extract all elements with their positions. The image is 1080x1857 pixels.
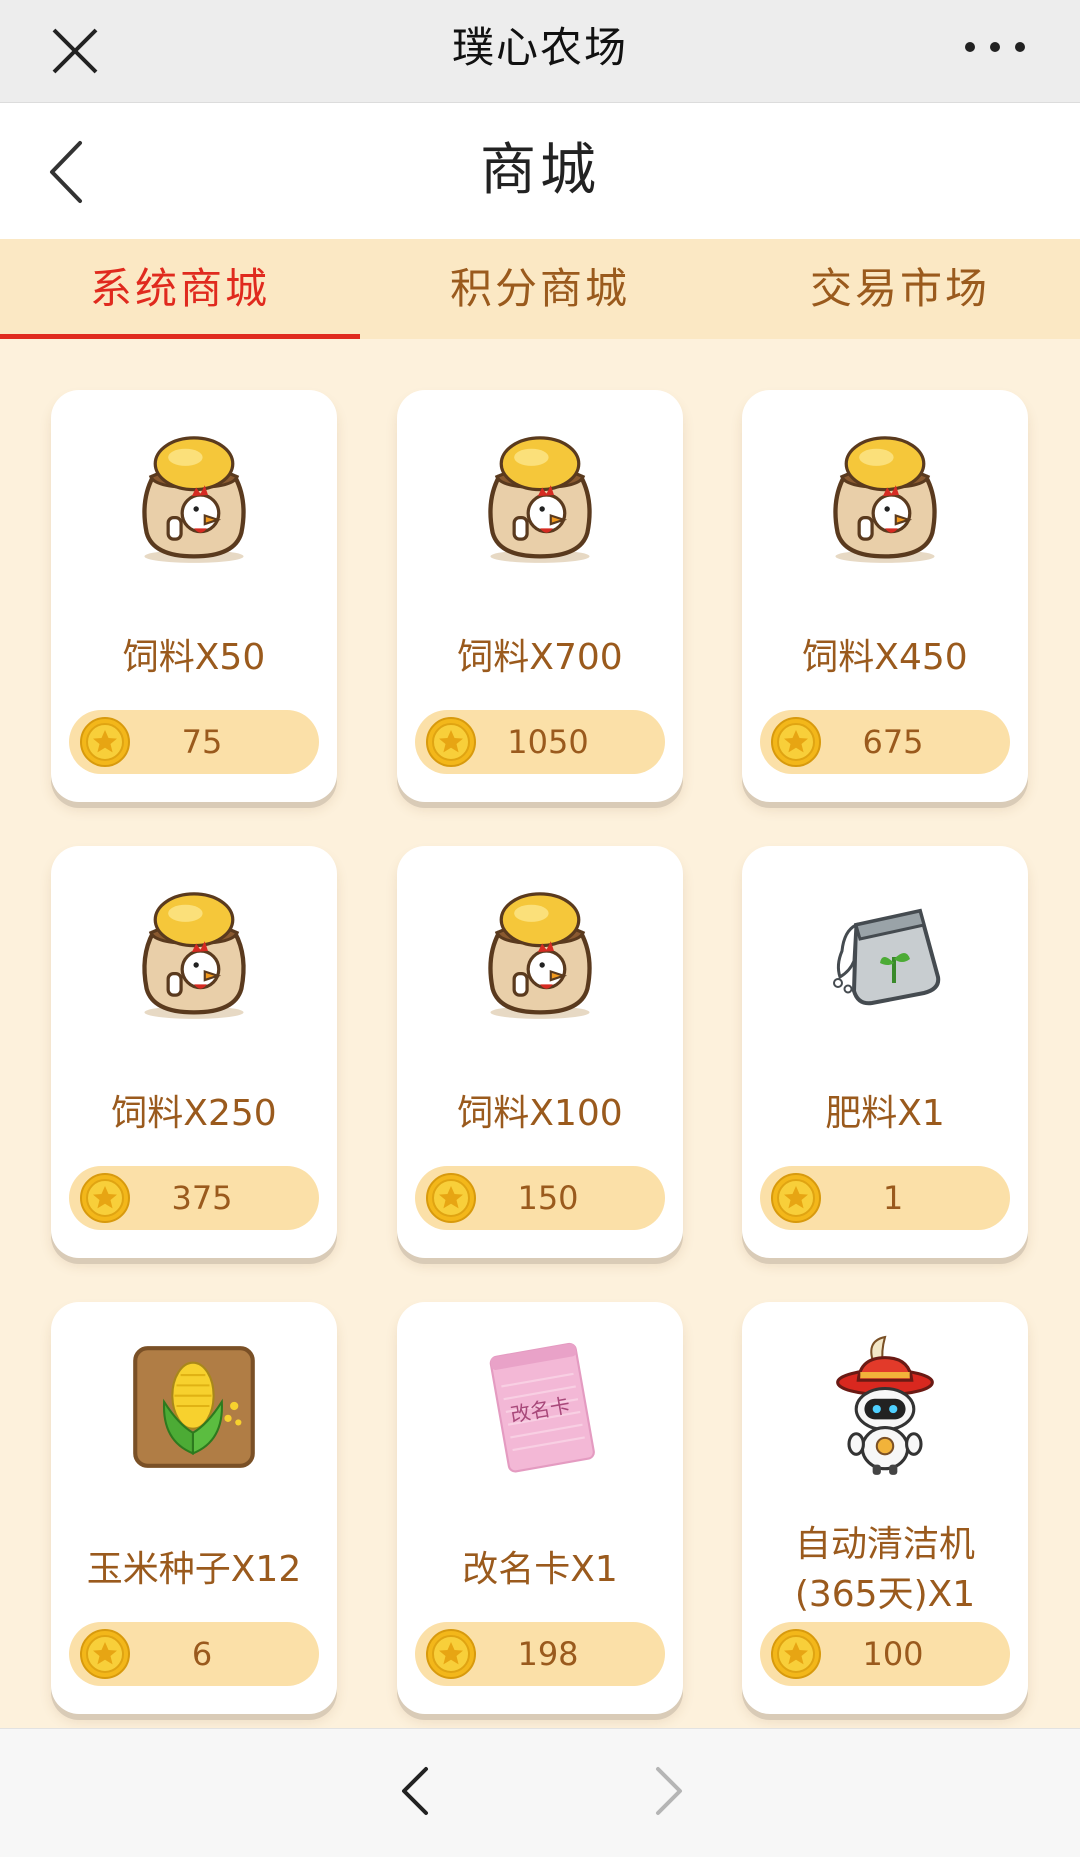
product-price: 675 (862, 723, 924, 761)
feed-sack-icon (475, 425, 605, 565)
browser-nav-bar (0, 1728, 1080, 1857)
coin-icon (425, 1628, 477, 1680)
product-name: 饲料X700 (457, 637, 623, 678)
product-card[interactable]: 饲料X100 150 (397, 846, 683, 1258)
coin-icon (770, 1172, 822, 1224)
page-header: 商城 (0, 103, 1080, 239)
price-bar: 375 (69, 1166, 319, 1230)
price-bar: 1 (760, 1166, 1010, 1230)
product-price: 150 (517, 1179, 579, 1217)
product-card[interactable]: 肥料X1 1 (742, 846, 1028, 1258)
feed-sack-icon (475, 881, 605, 1021)
window-titlebar: 璞心农场 (0, 0, 1080, 103)
active-tab-indicator (0, 334, 360, 339)
coin-icon (79, 1628, 131, 1680)
nav-back-icon[interactable] (392, 1761, 436, 1821)
product-name: 肥料X1 (825, 1093, 945, 1134)
product-card[interactable]: 改名卡 改名卡X1 198 (397, 1302, 683, 1714)
tab-bar: 系统商城 积分商城 交易市场 (0, 239, 1080, 339)
feed-sack-icon (820, 425, 950, 565)
coin-icon (425, 1172, 477, 1224)
product-price: 75 (181, 723, 223, 761)
product-name: 自动清洁机(365天)X1 (794, 1524, 976, 1615)
product-name: 饲料X250 (111, 1093, 277, 1134)
product-name: 饲料X100 (457, 1093, 623, 1134)
product-card[interactable]: 自动清洁机(365天)X1 100 (742, 1302, 1028, 1714)
price-bar: 198 (415, 1622, 665, 1686)
fertilizer-bag-icon (820, 886, 950, 1016)
product-price: 1 (882, 1179, 904, 1217)
price-bar: 1050 (415, 710, 665, 774)
feed-sack-icon (129, 425, 259, 565)
product-card[interactable]: 饲料X50 75 (51, 390, 337, 802)
page-title: 商城 (480, 138, 600, 203)
product-card[interactable]: 饲料X450 675 (742, 390, 1028, 802)
tab-points-shop[interactable]: 积分商城 (360, 239, 720, 339)
product-name: 饲料X50 (122, 637, 266, 678)
corn-seed-icon (127, 1340, 261, 1474)
product-card[interactable]: 饲料X700 1050 (397, 390, 683, 802)
product-card[interactable]: 饲料X250 375 (51, 846, 337, 1258)
coin-icon (770, 716, 822, 768)
price-bar: 150 (415, 1166, 665, 1230)
coin-icon (425, 716, 477, 768)
product-card[interactable]: 玉米种子X12 6 (51, 1302, 337, 1714)
price-bar: 100 (760, 1622, 1010, 1686)
more-icon[interactable] (960, 32, 1030, 62)
product-name: 玉米种子X12 (86, 1549, 302, 1590)
product-name: 改名卡X1 (462, 1549, 618, 1590)
price-bar: 6 (69, 1622, 319, 1686)
feed-sack-icon (129, 881, 259, 1021)
coin-icon (79, 716, 131, 768)
tab-trading-market[interactable]: 交易市场 (720, 239, 1080, 339)
nav-forward-icon (656, 1767, 682, 1815)
coin-icon (770, 1628, 822, 1680)
product-price: 100 (862, 1635, 924, 1673)
price-bar: 75 (69, 710, 319, 774)
coin-icon (79, 1172, 131, 1224)
product-name: 饲料X450 (802, 637, 968, 678)
product-price: 6 (191, 1635, 213, 1673)
tab-system-shop[interactable]: 系统商城 (0, 239, 360, 339)
window-title: 璞心农场 (451, 23, 628, 72)
product-price: 1050 (507, 723, 589, 761)
product-price: 198 (517, 1635, 579, 1673)
cleaning-robot-icon (823, 1335, 947, 1479)
price-bar: 675 (760, 710, 1010, 774)
product-price: 375 (171, 1179, 233, 1217)
